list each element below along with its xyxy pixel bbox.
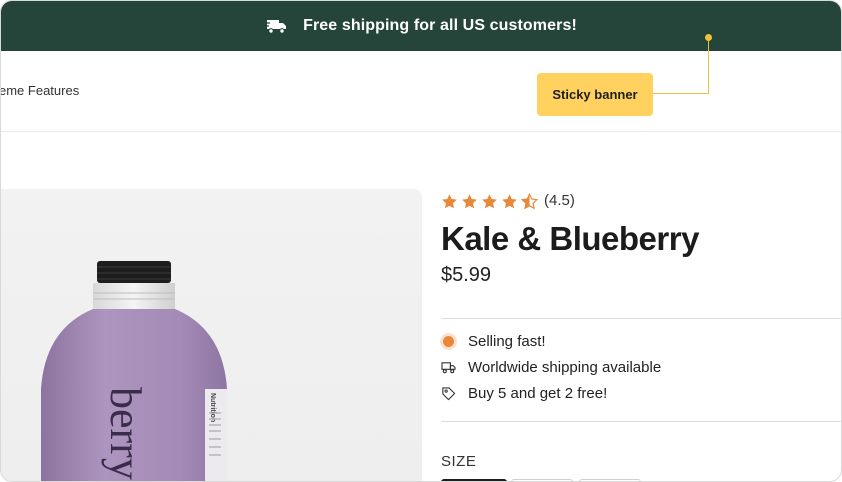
star-full-icon: [462, 194, 477, 209]
bottle-brand-text: berry: [101, 387, 150, 480]
annotation-callout: Sticky banner: [537, 73, 653, 116]
page-frame: Free shipping for all US customers! eme …: [0, 0, 842, 482]
product-image: Nutrition berry: [1, 189, 422, 481]
product-title: Kale & Blueberry: [441, 220, 699, 257]
star-half-icon: [521, 193, 538, 210]
nav-link-theme-features[interactable]: eme Features: [1, 83, 79, 98]
tag-icon: [441, 386, 456, 401]
rating-value: (4.5): [544, 192, 575, 209]
bottle-illustration: Nutrition berry: [41, 261, 227, 481]
star-full-icon: [502, 194, 517, 209]
feature-selling-fast: Selling fast!: [441, 333, 546, 350]
selling-fast-dot-icon: [441, 334, 456, 349]
product-price: $5.99: [441, 264, 492, 286]
truck-icon: [265, 17, 289, 35]
banner-text: Free shipping for all US customers!: [303, 17, 577, 34]
feature-shipping: Worldwide shipping available: [441, 359, 661, 376]
header-nav: eme Features: [1, 51, 841, 132]
feature-promo: Buy 5 and get 2 free!: [441, 385, 607, 402]
sticky-banner: Free shipping for all US customers!: [1, 1, 841, 51]
divider: [441, 421, 841, 422]
feature-text: Worldwide shipping available: [468, 359, 662, 376]
divider: [441, 318, 841, 319]
nutrition-label-text: Nutrition: [209, 393, 216, 422]
size-label: SIZE: [441, 453, 477, 470]
truck-icon: [441, 360, 456, 375]
feature-text: Buy 5 and get 2 free!: [468, 385, 608, 402]
annotation-line: [708, 38, 709, 94]
star-full-icon: [482, 194, 497, 209]
rating-stars[interactable]: [441, 193, 538, 210]
star-full-icon: [442, 194, 457, 209]
feature-text: Selling fast!: [468, 333, 546, 350]
annotation-line: [653, 93, 709, 94]
